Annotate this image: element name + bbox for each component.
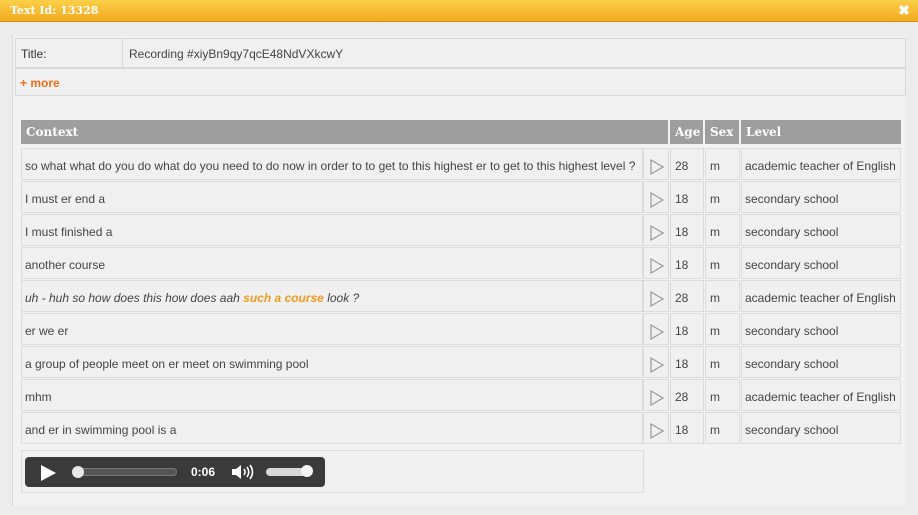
highlighted-term: such a course <box>243 291 324 305</box>
play-icon <box>650 324 664 340</box>
sex-cell: m <box>705 214 740 246</box>
play-segment-button[interactable] <box>643 214 669 246</box>
play-icon <box>650 291 664 307</box>
play-icon <box>650 192 664 208</box>
play-icon <box>650 159 664 175</box>
age-cell: 18 <box>670 412 704 444</box>
context-cell: mhm <box>21 379 643 411</box>
context-text: uh - huh so how does this how does aah <box>25 291 244 305</box>
context-cell: uh - huh so how does this how does aah s… <box>21 280 643 312</box>
table-row: a group of people meet on er meet on swi… <box>21 346 901 379</box>
level-cell: secondary school <box>741 247 901 279</box>
play-segment-button[interactable] <box>643 148 669 180</box>
title-row: Title: Recording #xiyBn9qy7qcE48NdVXkcwY <box>15 38 906 68</box>
play-icon <box>650 225 664 241</box>
table-row: another course 18 m secondary school <box>21 247 901 280</box>
window-titlebar: Text Id: 13328 ✖ <box>0 0 918 22</box>
play-icon <box>41 465 56 481</box>
context-cell: er we er <box>21 313 643 345</box>
time-display: 0:06 <box>191 465 216 479</box>
context-cell: so what what do you do what do you need … <box>21 148 643 180</box>
sex-cell: m <box>705 280 740 312</box>
column-header-context: Context <box>21 120 668 144</box>
text-detail-panel: Title: Recording #xiyBn9qy7qcE48NdVXkcwY… <box>12 36 906 506</box>
sex-cell: m <box>705 247 740 279</box>
level-cell: secondary school <box>741 313 901 345</box>
window-title: Text Id: 13328 <box>10 4 99 17</box>
level-cell: secondary school <box>741 181 901 213</box>
context-cell: I must er end a <box>21 181 643 213</box>
age-cell: 28 <box>670 148 704 180</box>
context-cell: and er in swimming pool is a <box>21 412 643 444</box>
play-icon <box>650 390 664 406</box>
level-cell: secondary school <box>741 214 901 246</box>
age-cell: 18 <box>670 346 704 378</box>
level-cell: academic teacher of English <box>741 280 901 312</box>
table-row: so what what do you do what do you need … <box>21 148 901 181</box>
context-cell: I must finished a <box>21 214 643 246</box>
age-cell: 18 <box>670 181 704 213</box>
audio-player-row: 0:06 <box>21 450 644 493</box>
title-label: Title: <box>16 39 123 67</box>
sex-cell: m <box>705 412 740 444</box>
volume-handle[interactable] <box>301 465 313 477</box>
table-row: and er in swimming pool is a 18 m second… <box>21 412 901 445</box>
close-icon[interactable]: ✖ <box>896 2 912 18</box>
sex-cell: m <box>705 346 740 378</box>
context-cell: a group of people meet on er meet on swi… <box>21 346 643 378</box>
seek-handle[interactable] <box>72 466 84 478</box>
play-segment-button[interactable] <box>643 346 669 378</box>
audio-player: 0:06 <box>25 457 325 487</box>
play-segment-button[interactable] <box>643 280 669 312</box>
level-cell: secondary school <box>741 346 901 378</box>
table-row: er we er 18 m secondary school <box>21 313 901 346</box>
age-cell: 28 <box>670 379 704 411</box>
age-cell: 18 <box>670 247 704 279</box>
play-icon <box>650 357 664 373</box>
level-cell: academic teacher of English <box>741 379 901 411</box>
context-text: look ? <box>323 291 360 305</box>
play-segment-button[interactable] <box>643 379 669 411</box>
play-icon <box>650 258 664 274</box>
table-row: uh - huh so how does this how does aah s… <box>21 280 901 313</box>
play-segment-button[interactable] <box>643 313 669 345</box>
table-row: I must finished a 18 m secondary school <box>21 214 901 247</box>
volume-icon[interactable] <box>231 463 257 484</box>
more-link[interactable]: + more <box>20 76 60 90</box>
sex-cell: m <box>705 181 740 213</box>
age-cell: 18 <box>670 214 704 246</box>
column-header-level: Level <box>741 120 901 144</box>
seek-bar[interactable] <box>72 466 177 478</box>
column-header-sex: Sex <box>705 120 739 144</box>
play-button[interactable] <box>39 464 57 485</box>
sex-cell: m <box>705 379 740 411</box>
age-cell: 28 <box>670 280 704 312</box>
sex-cell: m <box>705 313 740 345</box>
title-value: Recording #xiyBn9qy7qcE48NdVXkcwY <box>129 47 344 61</box>
play-segment-button[interactable] <box>643 181 669 213</box>
age-cell: 18 <box>670 313 704 345</box>
context-cell: another course <box>21 247 643 279</box>
column-header-age: Age <box>670 120 703 144</box>
table-header: Context Age Sex Level <box>21 120 901 144</box>
table-row: I must er end a 18 m secondary school <box>21 181 901 214</box>
play-icon <box>650 423 664 439</box>
level-cell: academic teacher of English <box>741 148 901 180</box>
level-cell: secondary school <box>741 412 901 444</box>
more-row: + more <box>15 68 906 96</box>
volume-slider[interactable] <box>266 465 313 477</box>
play-segment-button[interactable] <box>643 247 669 279</box>
play-segment-button[interactable] <box>643 412 669 444</box>
sex-cell: m <box>705 148 740 180</box>
table-row: mhm 28 m academic teacher of English <box>21 379 901 412</box>
